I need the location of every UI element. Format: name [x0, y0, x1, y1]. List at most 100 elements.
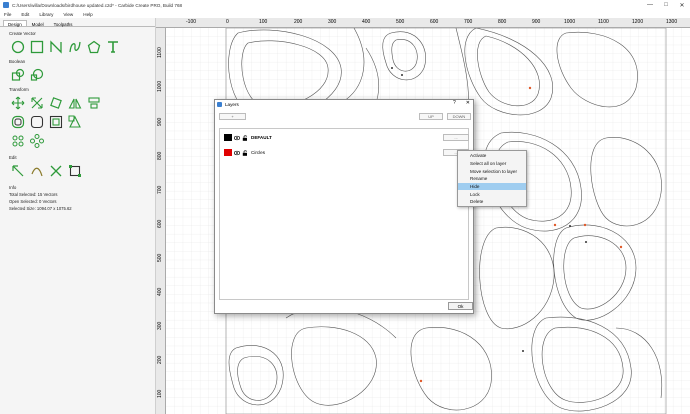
polyline-tool-icon[interactable]	[47, 39, 64, 55]
ruler-left-label: 600	[157, 219, 163, 228]
section-create-vector: Create Vector	[9, 31, 36, 36]
ruler-top-label: 1100	[598, 19, 609, 25]
info-total-selected: Total Selected: 15 Vectors	[9, 192, 58, 197]
ruler-top-label: 500	[396, 19, 405, 25]
menu-library[interactable]: Library	[39, 12, 53, 17]
ruler-top-label: 900	[532, 19, 541, 25]
ruler-left-label: 1100	[157, 47, 163, 58]
layer-options-button[interactable]: ...	[443, 134, 469, 141]
dialog-close-button[interactable]: ✕	[466, 100, 470, 106]
layer-down-button[interactable]: DOWN	[447, 113, 471, 120]
ruler-left-label: 1000	[157, 80, 163, 92]
menu-item-hide[interactable]: Hide	[458, 182, 526, 191]
design-sidebar: Design Model Toolpaths Create Vector Boo…	[0, 18, 156, 414]
add-layer-button[interactable]: +	[219, 113, 246, 120]
title-bar: C:/Users/willa/Downloads/birdhouse updat…	[0, 0, 690, 10]
menu-item-lock[interactable]: Lock	[458, 190, 526, 198]
ruler-top-label: 1000	[564, 19, 576, 25]
cut-icon[interactable]	[47, 163, 64, 179]
ruler-left-label: 900	[157, 117, 163, 126]
horizontal-ruler: -100 0 100 200 300 400 500 600 700 800 9…	[156, 18, 690, 28]
ruler-top-label: 600	[430, 19, 439, 25]
tab-toolpaths[interactable]: Toolpaths	[49, 20, 78, 27]
menu-edit[interactable]: Edit	[21, 12, 29, 17]
unlock-icon[interactable]	[242, 149, 248, 156]
tab-model[interactable]: Model	[27, 20, 49, 27]
menu-item-move-selection-to-layer[interactable]: Move selection to layer	[458, 167, 526, 175]
ruler-top-label: 1200	[632, 19, 644, 25]
visibility-eye-icon[interactable]	[234, 150, 240, 156]
section-boolean: Boolean	[9, 59, 26, 64]
menu-item-select-all-on-layer[interactable]: Select all on layer	[458, 160, 526, 168]
ruler-left-label: 300	[157, 321, 163, 330]
boolean-union-icon[interactable]	[9, 67, 26, 83]
ruler-left-label: 200	[157, 355, 163, 364]
layer-list: DEFAULT ... Circles ...	[219, 128, 469, 300]
layer-row-default[interactable]: DEFAULT	[222, 133, 468, 142]
menu-item-rename[interactable]: Rename	[458, 175, 526, 183]
ruler-top-label: 1300	[666, 19, 678, 25]
circular-array-icon[interactable]	[28, 133, 45, 149]
unlock-icon[interactable]	[242, 134, 248, 141]
dialog-titlebar: Layers ? ✕	[215, 100, 473, 109]
ruler-top-label: 400	[362, 19, 371, 25]
minimize-button[interactable]: —	[642, 0, 658, 10]
polygon-tool-icon[interactable]	[85, 39, 102, 55]
trim-icon[interactable]	[28, 163, 45, 179]
shape-transform-icon[interactable]	[66, 114, 83, 130]
ruler-top-label: 300	[328, 19, 337, 25]
rotate-icon[interactable]	[47, 95, 64, 111]
menu-help[interactable]: Help	[83, 12, 92, 17]
text-tool-icon[interactable]	[104, 39, 121, 55]
curve-tool-icon[interactable]	[66, 39, 83, 55]
rectangle-tool-icon[interactable]	[28, 39, 45, 55]
menu-view[interactable]: View	[63, 12, 73, 17]
menu-item-activate[interactable]: Activate	[458, 152, 526, 160]
info-selected-size: Selected Size: 1094.07 x 1075.62	[9, 206, 72, 211]
ruler-top-label: 200	[294, 19, 303, 25]
ruler-top-label: 0	[226, 19, 229, 25]
maximize-button[interactable]: □	[658, 0, 674, 10]
app-icon	[3, 2, 9, 8]
section-transform: Transform	[9, 87, 29, 92]
menu-item-delete[interactable]: Delete	[458, 198, 526, 206]
layer-name-circles: Circles	[251, 150, 266, 155]
mirror-icon[interactable]	[66, 95, 83, 111]
ruler-left-label: 800	[157, 151, 163, 160]
dialog-title: Layers	[225, 102, 239, 107]
node-edit-icon[interactable]	[9, 163, 26, 179]
scale-icon[interactable]	[28, 95, 45, 111]
menu-file[interactable]: File	[4, 12, 11, 17]
menu-bar: File Edit Library View Help	[0, 10, 690, 18]
ruler-left-label: 500	[157, 253, 163, 262]
ruler-top-label: 700	[464, 19, 473, 25]
fillet-icon[interactable]	[28, 114, 45, 130]
circle-tool-icon[interactable]	[9, 39, 26, 55]
layer-name-default: DEFAULT	[251, 135, 272, 140]
ruler-top-label: 800	[498, 19, 507, 25]
layers-dialog: Layers ? ✕ + UP DOWN DEFAULT ... Circles…	[214, 99, 474, 314]
layer-color-swatch[interactable]	[224, 149, 232, 156]
layer-color-swatch[interactable]	[224, 134, 232, 141]
ruler-top-label: -100	[186, 19, 197, 25]
ruler-left-label: 400	[157, 287, 163, 296]
inset-icon[interactable]	[47, 114, 64, 130]
section-info: Info	[9, 185, 17, 190]
offset-icon[interactable]	[9, 114, 26, 130]
align-icon[interactable]	[85, 95, 102, 111]
layer-up-button[interactable]: UP	[419, 113, 443, 120]
info-open-selected: Open Selected: 0 Vectors	[9, 199, 57, 204]
help-button[interactable]: ?	[453, 100, 456, 106]
move-icon[interactable]	[9, 95, 26, 111]
array-circles-icon[interactable]	[9, 133, 26, 149]
layers-dialog-icon	[217, 102, 222, 107]
boolean-subtract-icon[interactable]	[28, 67, 45, 83]
tab-design[interactable]: Design	[3, 20, 27, 27]
ruler-left-label: 100	[157, 389, 163, 398]
bounding-box-icon[interactable]	[66, 163, 83, 179]
ruler-left-label: 700	[157, 185, 163, 194]
ok-button[interactable]: Ok	[448, 302, 473, 310]
visibility-eye-icon[interactable]	[234, 135, 240, 141]
close-button[interactable]: ✕	[674, 0, 690, 10]
layer-row-circles[interactable]: Circles	[222, 148, 468, 157]
